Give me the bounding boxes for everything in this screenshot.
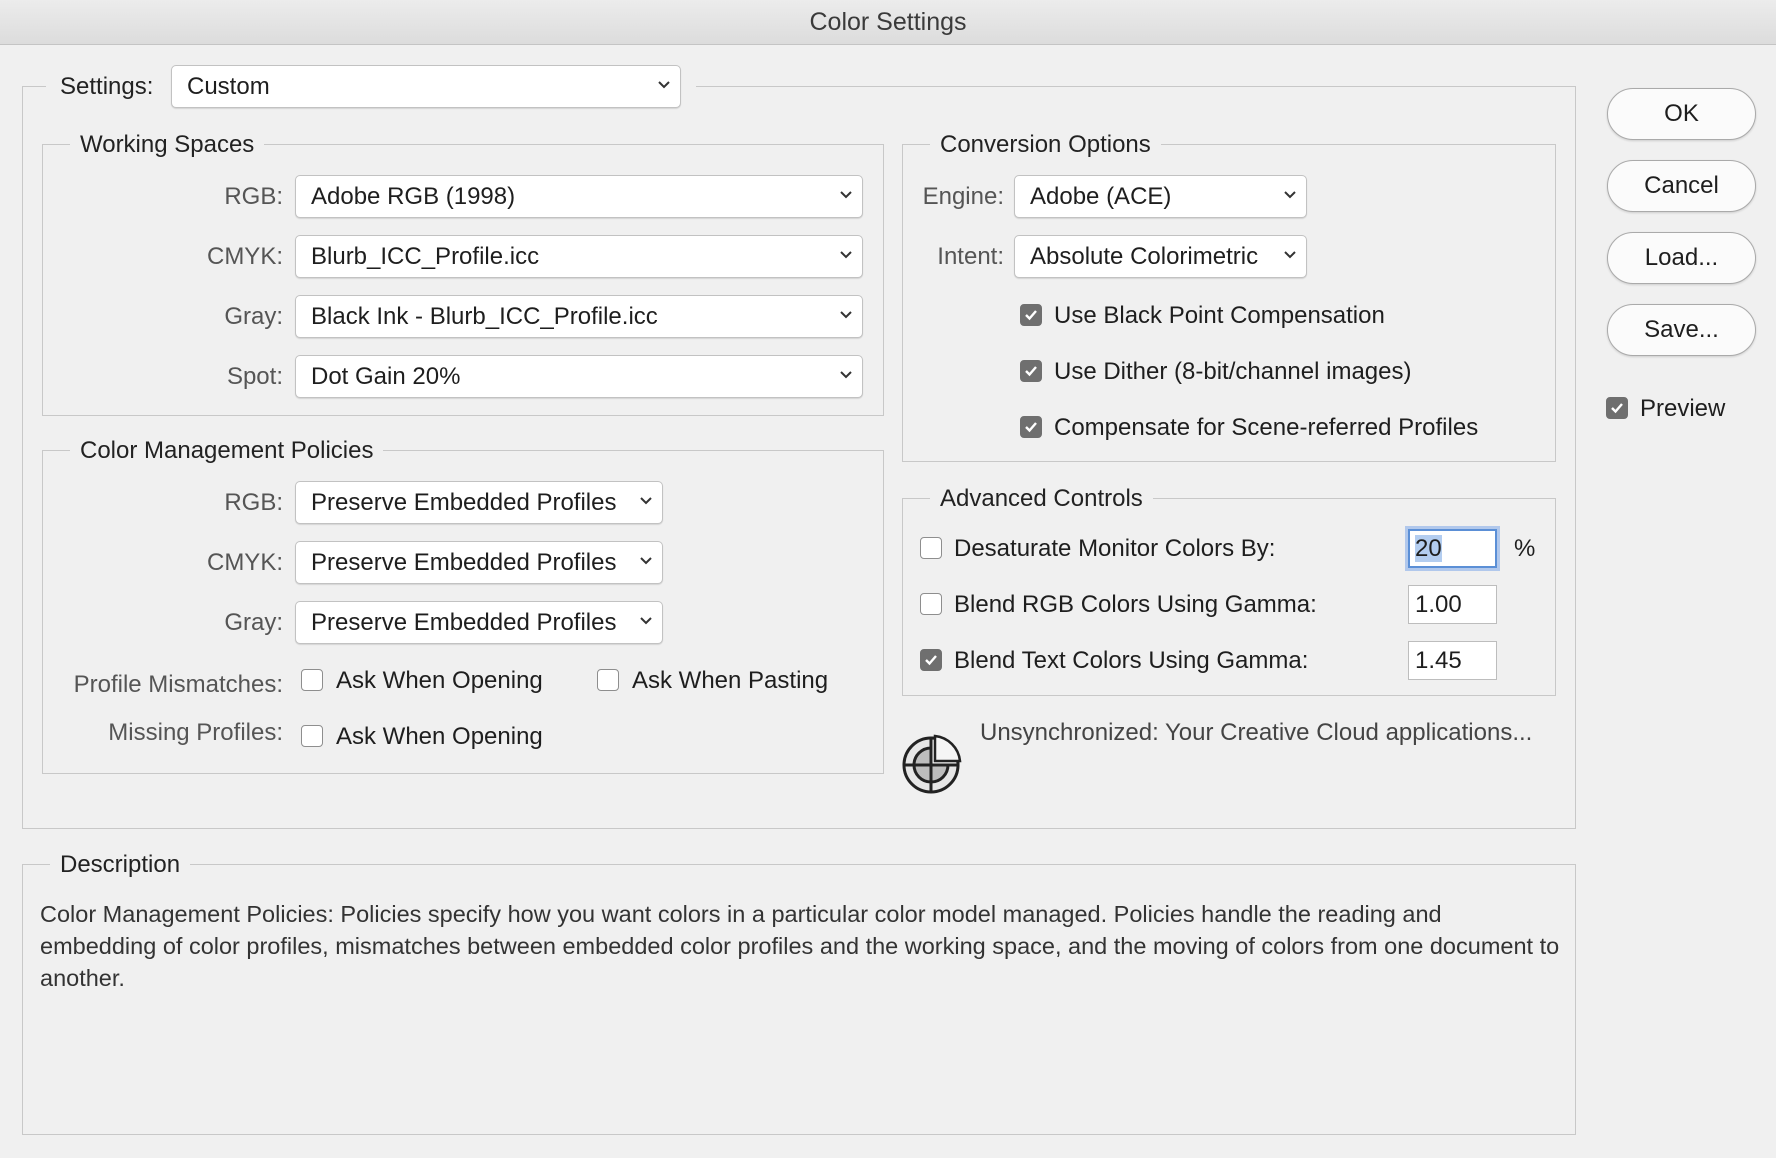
- desaturate-input[interactable]: 20: [1408, 529, 1497, 568]
- ws-rgb-select[interactable]: Adobe RGB (1998): [295, 175, 863, 218]
- chevron-down-icon: [640, 557, 652, 565]
- ws-spot-select[interactable]: Dot Gain 20%: [295, 355, 863, 398]
- blend-rgb-checkbox[interactable]: [920, 593, 942, 615]
- missing-ask-when-opening-checkbox[interactable]: [301, 725, 323, 747]
- ask-when-pasting-checkbox[interactable]: [597, 669, 619, 691]
- dither-checkbox[interactable]: [1020, 360, 1042, 382]
- ws-gray-value: Black Ink - Blurb_ICC_Profile.icc: [311, 303, 658, 330]
- missing-ask-when-opening-label: Ask When Opening: [336, 723, 543, 750]
- desaturate-label: Desaturate Monitor Colors By:: [954, 535, 1276, 562]
- pol-rgb-value: Preserve Embedded Profiles: [311, 489, 617, 516]
- pol-cmyk-select[interactable]: Preserve Embedded Profiles: [295, 541, 663, 584]
- chevron-down-icon: [840, 251, 852, 259]
- settings-select[interactable]: Custom: [171, 65, 681, 108]
- pol-gray-value: Preserve Embedded Profiles: [311, 609, 617, 636]
- ask-when-opening-label: Ask When Opening: [336, 667, 543, 694]
- checkmark-icon: [925, 655, 937, 666]
- pol-rgb-select[interactable]: Preserve Embedded Profiles: [295, 481, 663, 524]
- description-title: Description: [50, 850, 191, 880]
- ws-gray-label: Gray:: [224, 303, 283, 330]
- chevron-down-icon: [1284, 251, 1296, 259]
- save-button[interactable]: Save...: [1607, 304, 1756, 356]
- ws-cmyk-select[interactable]: Blurb_ICC_Profile.icc: [295, 235, 863, 278]
- ask-when-opening-checkbox[interactable]: [301, 669, 323, 691]
- ws-cmyk-label: CMYK:: [206, 243, 283, 270]
- ws-rgb-value: Adobe RGB (1998): [311, 183, 516, 210]
- working-spaces-title: Working Spaces: [70, 130, 265, 160]
- load-button[interactable]: Load...: [1607, 232, 1756, 284]
- chevron-down-icon: [640, 497, 652, 505]
- settings-label: Settings:: [60, 73, 154, 100]
- engine-select[interactable]: Adobe (ACE): [1014, 175, 1307, 218]
- chevron-down-icon: [840, 371, 852, 379]
- intent-select[interactable]: Absolute Colorimetric: [1014, 235, 1307, 278]
- profile-mismatches-label: Profile Mismatches:: [73, 671, 283, 698]
- policies-title: Color Management Policies: [70, 436, 384, 466]
- black-point-checkbox[interactable]: [1020, 304, 1042, 326]
- blend-rgb-input[interactable]: 1.00: [1408, 585, 1497, 624]
- missing-profiles-label: Missing Profiles:: [108, 719, 283, 746]
- chevron-down-icon: [658, 81, 670, 89]
- window-title: Color Settings: [0, 0, 1776, 45]
- preview-label: Preview: [1640, 395, 1726, 422]
- ws-gray-select[interactable]: Black Ink - Blurb_ICC_Profile.icc: [295, 295, 863, 338]
- black-point-label: Use Black Point Compensation: [1054, 302, 1385, 329]
- pol-gray-select[interactable]: Preserve Embedded Profiles: [295, 601, 663, 644]
- conversion-title: Conversion Options: [930, 130, 1161, 160]
- intent-value: Absolute Colorimetric: [1030, 243, 1259, 270]
- intent-label: Intent:: [937, 243, 1004, 270]
- blend-rgb-value: 1.00: [1415, 591, 1462, 618]
- dither-label: Use Dither (8-bit/channel images): [1054, 358, 1412, 385]
- preview-checkbox[interactable]: [1606, 397, 1628, 419]
- blend-text-input[interactable]: 1.45: [1408, 641, 1497, 680]
- ok-button[interactable]: OK: [1607, 88, 1756, 140]
- sync-status-text: Unsynchronized: Your Creative Cloud appl…: [980, 719, 1533, 746]
- pol-cmyk-label: CMYK:: [206, 549, 283, 576]
- checkmark-icon: [1025, 422, 1037, 433]
- chevron-down-icon: [840, 191, 852, 199]
- blend-text-value: 1.45: [1415, 647, 1462, 674]
- blend-text-checkbox[interactable]: [920, 649, 942, 671]
- scene-referred-label: Compensate for Scene-referred Profiles: [1054, 414, 1479, 441]
- desaturate-value: 20: [1415, 535, 1442, 562]
- pol-gray-label: Gray:: [224, 609, 283, 636]
- pol-rgb-label: RGB:: [224, 489, 283, 516]
- ws-spot-label: Spot:: [226, 363, 283, 390]
- desaturate-checkbox[interactable]: [920, 537, 942, 559]
- chevron-down-icon: [840, 311, 852, 319]
- pol-cmyk-value: Preserve Embedded Profiles: [311, 549, 617, 576]
- desaturate-unit: %: [1514, 535, 1536, 562]
- ask-when-pasting-label: Ask When Pasting: [632, 667, 829, 694]
- ws-cmyk-value: Blurb_ICC_Profile.icc: [311, 243, 540, 270]
- engine-label: Engine:: [922, 183, 1004, 210]
- sync-status-icon: [902, 734, 962, 794]
- blend-text-label: Blend Text Colors Using Gamma:: [954, 647, 1309, 674]
- settings-value: Custom: [187, 73, 270, 100]
- scene-referred-checkbox[interactable]: [1020, 416, 1042, 438]
- advanced-title: Advanced Controls: [930, 484, 1153, 514]
- chevron-down-icon: [640, 617, 652, 625]
- checkmark-icon: [1025, 310, 1037, 321]
- engine-value: Adobe (ACE): [1030, 183, 1172, 210]
- description-text: Color Management Policies: Policies spec…: [40, 901, 1560, 991]
- blend-rgb-label: Blend RGB Colors Using Gamma:: [954, 591, 1317, 618]
- checkmark-icon: [1611, 403, 1623, 414]
- ws-rgb-label: RGB:: [224, 183, 283, 210]
- cancel-button[interactable]: Cancel: [1607, 160, 1756, 212]
- checkmark-icon: [1025, 366, 1037, 377]
- ws-spot-value: Dot Gain 20%: [311, 363, 461, 390]
- chevron-down-icon: [1284, 191, 1296, 199]
